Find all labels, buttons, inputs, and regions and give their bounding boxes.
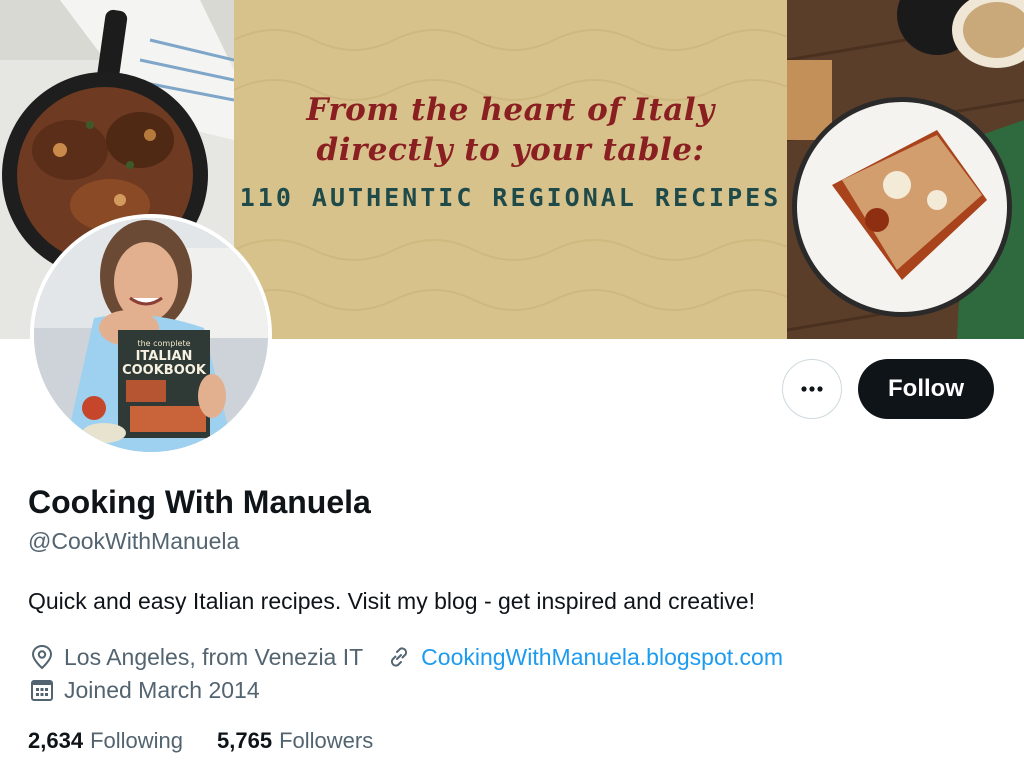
profile-joined-row: Joined March 2014 [28,675,260,705]
banner-photo-lasagna [787,0,1024,339]
more-horizontal-icon [800,380,824,398]
avatar-book-line3: COOKBOOK [122,363,207,378]
profile-avatar[interactable]: the complete ITALIAN COOKBOOK [30,214,272,456]
followers-label: Followers [279,728,374,753]
profile-stats: 2,634 Following 5,765 Followers [28,728,373,754]
profile-display-name: Cooking With Manuela [28,484,371,520]
profile-handle: @CookWithManuela [28,528,240,554]
followers-link[interactable]: 5,765 Followers [217,728,373,754]
location-pin-icon [28,643,56,671]
banner-subheadline: 110 AUTHENTIC REGIONAL RECIPES [239,183,782,212]
follow-button[interactable]: Follow [858,359,994,419]
profile-bio: Quick and easy Italian recipes. Visit my… [28,588,755,614]
followers-count: 5,765 [217,728,273,753]
profile-location: Los Angeles, from Venezia IT [64,643,364,670]
profile-joined-date: Joined March 2014 [64,676,260,703]
banner-headline-line1: From the heart of Italy [306,92,715,128]
banner-headline-line2: directly to your table: [316,132,705,168]
avatar-book-line2: ITALIAN [136,349,193,364]
link-icon [385,643,413,671]
profile-website-link[interactable]: CookingWithManuela.blogspot.com [421,644,783,671]
profile-meta-row: Los Angeles, from Venezia IT CookingWith… [28,642,783,672]
more-options-button[interactable] [782,359,842,419]
banner-title-panel: From the heart of Italy directly to your… [234,0,787,339]
calendar-icon [28,676,56,704]
avatar-book-line1: the complete [137,339,190,348]
following-count: 2,634 [28,728,84,753]
following-label: Following [90,728,183,753]
following-link[interactable]: 2,634 Following [28,728,183,754]
